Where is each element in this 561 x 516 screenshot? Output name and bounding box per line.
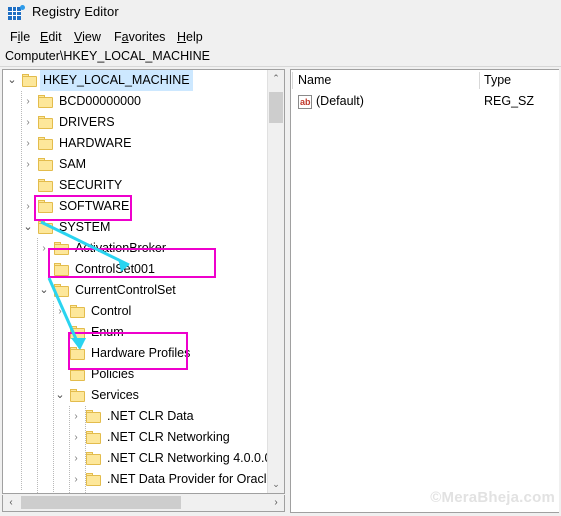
address-path: Computer\HKEY_LOCAL_MACHINE — [5, 49, 210, 63]
tree-item-label: .NET Data Provider for Oracle — [107, 472, 274, 486]
menu-item-favorites[interactable]: Favorites — [112, 29, 167, 45]
content-area: ⌄ HKEY_LOCAL_MACHINE › BCD00000000 › DRIVERS ›… — [0, 67, 561, 516]
tree-item-net-data-provider-for-oracle[interactable]: › .NET Data Provider for Oracle — [3, 469, 284, 490]
chevron-down-icon[interactable]: ⌄ — [21, 217, 35, 238]
folder-icon — [70, 305, 85, 318]
tree-item-label: Services — [91, 388, 139, 402]
services-highlight — [68, 332, 188, 370]
tree-item-sam[interactable]: › SAM — [3, 154, 284, 175]
tree-item-net-data-provider-for-sqlserver[interactable]: › .NET Data Provider for SqlServer — [3, 490, 284, 493]
folder-icon — [86, 452, 101, 465]
scroll-left-icon[interactable]: ‹ — [3, 495, 19, 510]
menu-bar: File Edit View Favorites Help — [0, 26, 561, 48]
value-name: (Default) — [316, 94, 364, 108]
folder-icon — [54, 284, 69, 297]
tree-item-hkey-local-machine[interactable]: ⌄ HKEY_LOCAL_MACHINE — [3, 70, 284, 91]
tree-item-net-clr-networking-4-0-0-0[interactable]: › .NET CLR Networking 4.0.0.0 — [3, 448, 284, 469]
tree-item-security[interactable]: SECURITY — [3, 175, 284, 196]
chevron-right-icon[interactable]: › — [21, 112, 35, 133]
chevron-right-icon[interactable]: › — [21, 133, 35, 154]
folder-icon — [86, 431, 101, 444]
registry-tree-pane: ⌄ HKEY_LOCAL_MACHINE › BCD00000000 › DRIVERS ›… — [2, 69, 285, 494]
folder-icon — [22, 74, 37, 87]
chevron-down-icon[interactable]: ⌄ — [37, 280, 51, 301]
tree-item-label: CurrentControlSet — [75, 283, 176, 297]
column-header-type[interactable]: Type — [484, 70, 511, 91]
scroll-up-icon[interactable]: ⌃ — [268, 70, 284, 87]
chevron-right-icon[interactable]: › — [69, 448, 83, 469]
menu-item-help[interactable]: Help — [175, 29, 205, 45]
folder-icon — [86, 473, 101, 486]
column-header-name[interactable]: Name — [298, 70, 331, 91]
scroll-down-icon[interactable]: ⌄ — [268, 476, 284, 493]
menu-item-edit[interactable]: Edit — [38, 29, 64, 45]
chevron-down-icon[interactable]: ⌄ — [5, 70, 19, 91]
chevron-right-icon[interactable]: › — [69, 490, 83, 493]
system-highlight — [34, 195, 132, 221]
folder-icon — [70, 389, 85, 402]
folder-icon — [38, 179, 53, 192]
menu-item-view[interactable]: View — [72, 29, 103, 45]
chevron-right-icon[interactable]: › — [69, 427, 83, 448]
tree-item-label: HARDWARE — [59, 136, 132, 150]
tree-item-label: .NET CLR Data — [107, 409, 194, 423]
tree-item-label: .NET Data Provider for SqlServer — [104, 490, 284, 493]
watermark: ©MeraBheja.com — [430, 489, 555, 506]
scroll-thumb-horizontal[interactable] — [21, 496, 181, 509]
chevron-right-icon[interactable]: › — [53, 301, 67, 322]
tree-horizontal-scrollbar[interactable]: ‹ › — [2, 495, 285, 512]
tree-item-net-clr-networking[interactable]: › .NET CLR Networking — [3, 427, 284, 448]
currentcontrolset-highlight — [48, 248, 216, 278]
table-row[interactable]: ab (Default) REG_SZ — [291, 91, 559, 112]
folder-icon — [38, 158, 53, 171]
scroll-right-icon[interactable]: › — [268, 495, 284, 510]
tree-item-label: DRIVERS — [59, 115, 115, 129]
chevron-right-icon[interactable]: › — [21, 196, 35, 217]
title-bar: Registry Editor — [0, 0, 561, 26]
tree-item-hardware[interactable]: › HARDWARE — [3, 133, 284, 154]
column-divider[interactable] — [292, 72, 293, 89]
tree-item-net-clr-data[interactable]: › .NET CLR Data — [3, 406, 284, 427]
registry-editor-window: Registry Editor File Edit View Favorites Hel… — [0, 0, 561, 516]
tree-item-drivers[interactable]: › DRIVERS — [3, 112, 284, 133]
chevron-right-icon[interactable]: › — [69, 406, 83, 427]
value-type: REG_SZ — [484, 94, 535, 108]
folder-icon — [86, 410, 101, 423]
tree-item-label: BCD00000000 — [59, 94, 142, 108]
folder-icon — [38, 221, 53, 234]
chevron-right-icon[interactable]: › — [21, 154, 35, 175]
registry-tree[interactable]: ⌄ HKEY_LOCAL_MACHINE › BCD00000000 › DRIVERS ›… — [3, 70, 284, 493]
tree-item-label: .NET CLR Networking — [107, 430, 230, 444]
tree-item-label: Control — [91, 304, 132, 318]
tree-item-label: .NET CLR Networking 4.0.0.0 — [107, 451, 272, 465]
tree-item-label: SECURITY — [59, 178, 123, 192]
registry-values-pane: Name Type ab (Default) REG_SZ — [290, 69, 559, 513]
tree-item-label: SAM — [59, 157, 87, 171]
tree-item-label: HKEY_LOCAL_MACHINE — [40, 70, 193, 91]
tree-item-control[interactable]: › Control — [3, 301, 284, 322]
window-title: Registry Editor — [32, 4, 119, 19]
chevron-down-icon[interactable]: ⌄ — [53, 385, 67, 406]
column-divider[interactable] — [479, 72, 480, 89]
chevron-right-icon[interactable]: › — [69, 469, 83, 490]
chevron-right-icon[interactable]: › — [21, 91, 35, 112]
string-value-icon: ab — [298, 95, 312, 109]
registry-editor-icon — [8, 5, 25, 21]
tree-item-bcd00000000[interactable]: › BCD00000000 — [3, 91, 284, 112]
folder-icon — [38, 95, 53, 108]
tree-vertical-scrollbar[interactable]: ⌃ ⌄ — [267, 70, 284, 493]
values-column-header: Name Type — [291, 70, 559, 91]
folder-icon — [38, 137, 53, 150]
scroll-thumb[interactable] — [269, 92, 283, 123]
address-bar[interactable]: Computer\HKEY_LOCAL_MACHINE — [0, 48, 561, 67]
folder-icon — [38, 116, 53, 129]
menu-item-file[interactable]: File — [8, 29, 32, 45]
tree-item-currentcontrolset[interactable]: ⌄ CurrentControlSet — [3, 280, 284, 301]
tree-item-services[interactable]: ⌄ Services — [3, 385, 284, 406]
